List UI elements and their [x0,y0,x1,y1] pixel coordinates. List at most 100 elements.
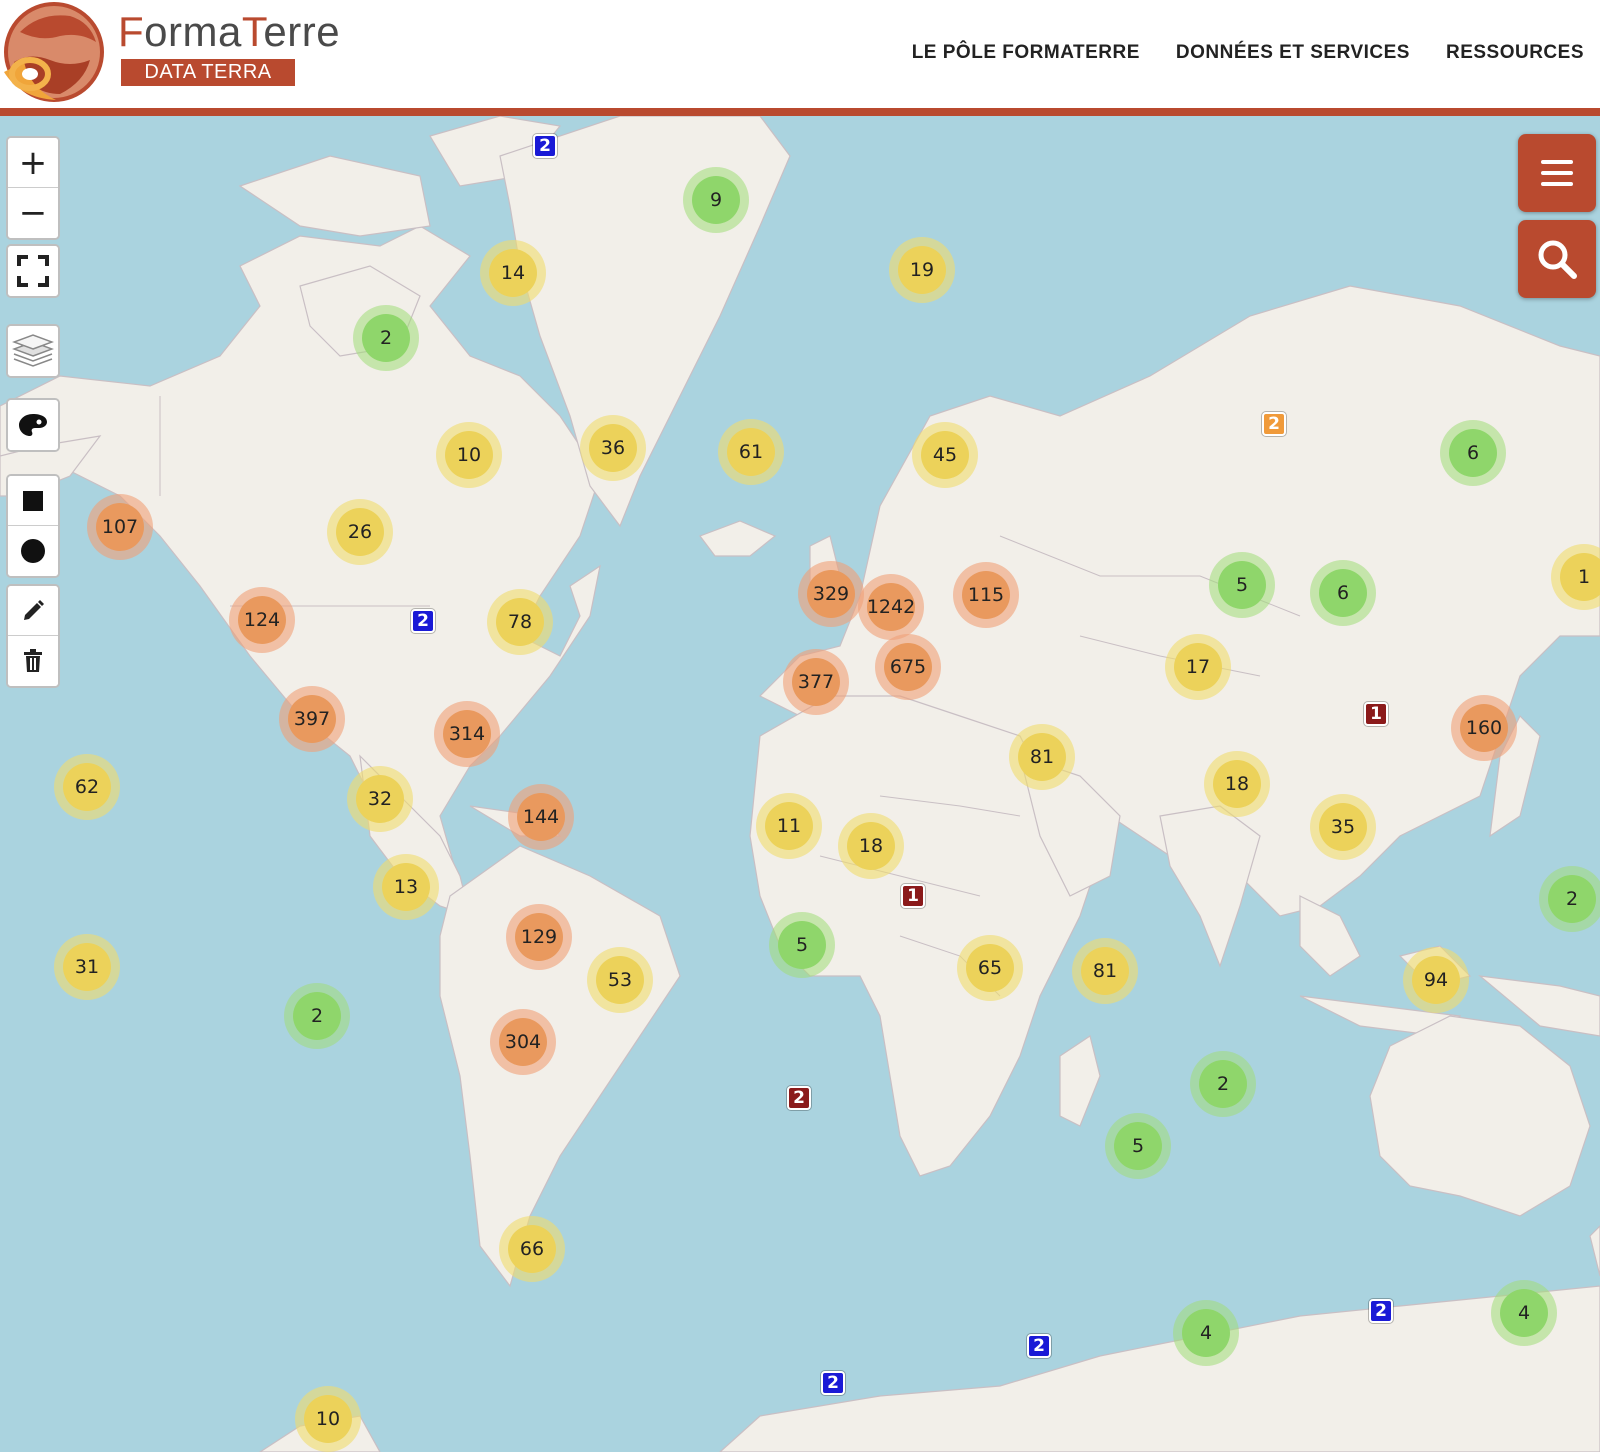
draw-rectangle-button[interactable] [8,476,58,526]
cluster-marker[interactable]: 81 [1009,724,1075,790]
point-marker-red[interactable]: 2 [787,1086,811,1110]
zoom-out-button[interactable]: − [8,188,58,238]
cluster-count: 10 [304,1395,352,1443]
cluster-marker[interactable]: 11 [756,793,822,859]
cluster-marker[interactable]: 53 [587,947,653,1013]
cluster-marker[interactable]: 94 [1403,947,1469,1013]
cluster-marker[interactable]: 377 [783,649,849,715]
cluster-count: 115 [962,571,1010,619]
edit-button[interactable] [8,586,58,636]
cluster-count: 4 [1182,1309,1230,1357]
cluster-marker[interactable]: 78 [487,589,553,655]
cluster-marker[interactable]: 32 [347,766,413,832]
formaterre-globe-logo[interactable] [0,2,108,104]
cluster-marker[interactable]: 115 [953,562,1019,628]
cluster-marker[interactable]: 6 [1310,560,1376,626]
search-button[interactable] [1518,220,1596,298]
cluster-marker[interactable]: 2 [353,305,419,371]
cluster-marker[interactable]: 65 [957,935,1023,1001]
cluster-marker[interactable]: 160 [1451,695,1517,761]
point-marker-blue[interactable]: 2 [1369,1299,1393,1323]
header-border [0,108,1600,116]
plus-icon: + [18,142,48,183]
point-marker-red[interactable]: 1 [1364,702,1388,726]
brand-title-middle: orma [144,8,242,55]
draw-circle-button[interactable] [8,526,58,576]
cluster-marker[interactable]: 129 [506,904,572,970]
point-marker-blue[interactable]: 2 [533,134,557,158]
layers-button[interactable] [8,326,58,376]
cluster-marker[interactable]: 36 [580,415,646,481]
cluster-marker[interactable]: 329 [798,561,864,627]
cluster-count: 53 [596,956,644,1004]
zoom-control: + − [6,136,60,240]
draw-shape-control [6,474,60,578]
palette-button[interactable] [8,400,58,450]
cluster-count: 160 [1460,704,1508,752]
cluster-marker[interactable]: 14 [480,240,546,306]
point-marker-orange[interactable]: 2 [1262,412,1286,436]
cluster-marker[interactable]: 66 [499,1216,565,1282]
cluster-marker[interactable]: 61 [718,419,784,485]
cluster-marker[interactable]: 10 [436,422,502,488]
cluster-marker[interactable]: 6 [1440,420,1506,486]
point-marker-blue[interactable]: 2 [821,1371,845,1395]
cluster-marker[interactable]: 45 [912,422,978,488]
delete-button[interactable] [8,636,58,686]
cluster-marker[interactable]: 675 [875,634,941,700]
cluster-count: 397 [288,695,336,743]
cluster-marker[interactable]: 9 [683,167,749,233]
cluster-marker[interactable]: 26 [327,499,393,565]
point-marker-red[interactable]: 1 [901,884,925,908]
hamburger-menu-icon [1541,160,1573,186]
cluster-marker[interactable]: 304 [490,1009,556,1075]
cluster-count: 377 [792,658,840,706]
cluster-marker[interactable]: 35 [1310,794,1376,860]
point-marker-blue[interactable]: 2 [1027,1334,1051,1358]
cluster-marker[interactable]: 31 [54,934,120,1000]
cluster-marker[interactable]: 2 [284,983,350,1049]
cluster-marker[interactable]: 81 [1072,938,1138,1004]
cluster-marker[interactable]: 1242 [858,574,924,640]
cluster-count: 36 [589,424,637,472]
cluster-marker[interactable]: 107 [87,494,153,560]
cluster-marker[interactable]: 13 [373,854,439,920]
menu-button[interactable] [1518,134,1596,212]
cluster-marker[interactable]: 5 [1105,1113,1171,1179]
cluster-marker[interactable]: 17 [1165,634,1231,700]
point-marker-blue[interactable]: 2 [411,609,435,633]
site-header: FormaTerre DATA TERRA LE PÔLE FORMATERRE… [0,0,1600,110]
fullscreen-button[interactable] [8,246,58,296]
cluster-marker[interactable]: 397 [279,686,345,752]
cluster-count: 329 [807,570,855,618]
cluster-count: 81 [1018,733,1066,781]
cluster-count: 31 [63,943,111,991]
nav-ressources[interactable]: RESSOURCES [1446,42,1584,64]
cluster-marker[interactable]: 2 [1190,1051,1256,1117]
cluster-count: 1242 [867,583,915,631]
cluster-marker[interactable]: 314 [434,701,500,767]
cluster-marker[interactable]: 10 [295,1386,361,1452]
cluster-marker[interactable]: 62 [54,754,120,820]
cluster-marker[interactable]: 5 [769,912,835,978]
cluster-marker[interactable]: 18 [838,813,904,879]
cluster-marker[interactable]: 4 [1173,1300,1239,1366]
cluster-count: 62 [63,763,111,811]
cluster-count: 78 [496,598,544,646]
brand-title-accent-letter: T [241,8,264,55]
zoom-in-button[interactable]: + [8,138,58,188]
cluster-marker[interactable]: 5 [1209,552,1275,618]
cluster-marker[interactable]: 4 [1491,1280,1557,1346]
cluster-marker[interactable]: 2 [1539,866,1600,932]
brand-title-first-letter: F [118,8,145,55]
cluster-count: 5 [1114,1122,1162,1170]
cluster-marker[interactable]: 144 [508,784,574,850]
cluster-marker[interactable]: 19 [889,237,955,303]
cluster-marker[interactable]: 124 [229,587,295,653]
nav-donnees-et-services[interactable]: DONNÉES ET SERVICES [1176,42,1410,64]
nav-le-pole-formaterre[interactable]: LE PÔLE FORMATERRE [912,42,1140,64]
layers-control [6,324,60,378]
cluster-marker[interactable]: 18 [1204,751,1270,817]
world-map[interactable]: 9 14 19 2 10 36 61 45 6 107 26 5 6 1 124 78 329 1242 115 67… [0,116,1600,1452]
cluster-count: 11 [765,802,813,850]
